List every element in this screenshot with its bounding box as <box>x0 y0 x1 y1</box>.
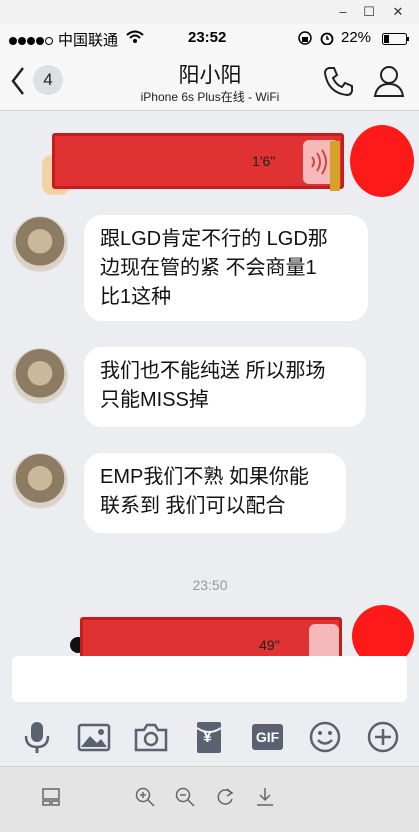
message-line: 联系到 我们可以配合 <box>100 495 286 517</box>
message-list[interactable]: 1'6'' 跟LGD肯定不行的 LGD那 边现在管的紧 不会商量1 比1这种 我… <box>0 111 419 656</box>
chat-header: 4 阳小阳 iPhone 6s Plus在线 - WiFi <box>0 52 419 111</box>
message-line: 我们也不能纯送 所以那场 <box>100 360 326 382</box>
contact-status: iPhone 6s Plus在线 - WiFi <box>140 90 280 104</box>
contact-avatar[interactable] <box>12 453 68 509</box>
unread-badge: 4 <box>33 65 63 95</box>
maximize-icon[interactable]: ☐ <box>359 2 379 22</box>
back-button[interactable]: 4 <box>10 64 66 98</box>
call-button[interactable] <box>322 64 356 98</box>
contact-name: 阳小阳 <box>178 64 242 87</box>
zoom-in-icon[interactable] <box>134 786 156 808</box>
voice-duration: 49'' <box>259 637 280 653</box>
microphone-icon[interactable] <box>20 720 54 754</box>
viewer-toolbar <box>0 766 419 832</box>
message-bubble[interactable]: 我们也不能纯送 所以那场 只能MISS掉 <box>84 347 366 427</box>
composer <box>0 656 419 714</box>
voice-message[interactable]: 1'6'' <box>52 133 344 189</box>
message-line: EMP我们不熟 如果你能 <box>100 466 309 488</box>
clock: 23:52 <box>188 29 227 46</box>
message-line: 只能MISS掉 <box>100 389 209 411</box>
camera-icon[interactable] <box>134 720 168 754</box>
message-bubble[interactable]: 跟LGD肯定不行的 LGD那 边现在管的紧 不会商量1 比1这种 <box>84 215 368 321</box>
status-bar: 中国联通 23:52 22% <box>0 24 419 52</box>
emoji-icon[interactable] <box>308 720 342 754</box>
yen-label: ¥ <box>203 729 212 746</box>
rotate-icon[interactable] <box>214 786 236 808</box>
zoom-out-icon[interactable] <box>174 786 196 808</box>
close-icon[interactable]: ✕ <box>388 2 408 22</box>
image-icon[interactable] <box>77 720 111 754</box>
battery-percent: 22% <box>341 29 372 46</box>
download-icon[interactable] <box>254 786 276 808</box>
redacted-avatar <box>352 605 414 656</box>
carrier-label: 中国联通 <box>58 32 119 49</box>
rotation-lock-icon <box>298 31 312 49</box>
message-line: 跟LGD肯定不行的 LGD那 <box>100 228 328 250</box>
wifi-icon <box>126 30 144 48</box>
message-bubble[interactable]: EMP我们不熟 如果你能 联系到 我们可以配合 <box>84 453 346 533</box>
person-icon <box>373 66 405 97</box>
profile-button[interactable] <box>372 64 406 98</box>
window-titlebar: – ☐ ✕ <box>0 0 419 24</box>
contact-avatar[interactable] <box>12 216 68 272</box>
message-input[interactable] <box>12 656 407 702</box>
alarm-icon <box>320 31 334 49</box>
signal-icon <box>8 33 56 50</box>
redacted-avatar <box>350 125 414 197</box>
timestamp: 23:50 <box>192 577 228 593</box>
voice-duration: 1'6'' <box>252 153 276 169</box>
voice-message[interactable]: 49'' <box>80 617 342 656</box>
red-packet-icon[interactable]: ¥ <box>192 720 226 754</box>
phone-icon <box>323 67 353 97</box>
voice-wave-icon <box>311 149 327 175</box>
chevron-left-icon <box>11 67 24 95</box>
message-line: 边现在管的紧 不会商量1 <box>100 257 317 279</box>
gif-label: GIF <box>252 724 283 750</box>
message-line: 比1这种 <box>100 286 172 308</box>
minimize-icon[interactable]: – <box>333 2 353 22</box>
plus-icon[interactable] <box>366 720 400 754</box>
contact-avatar[interactable] <box>12 348 68 404</box>
gif-icon[interactable]: GIF <box>250 720 284 754</box>
battery-icon <box>382 32 410 49</box>
thumbnail-icon[interactable] <box>40 786 62 808</box>
